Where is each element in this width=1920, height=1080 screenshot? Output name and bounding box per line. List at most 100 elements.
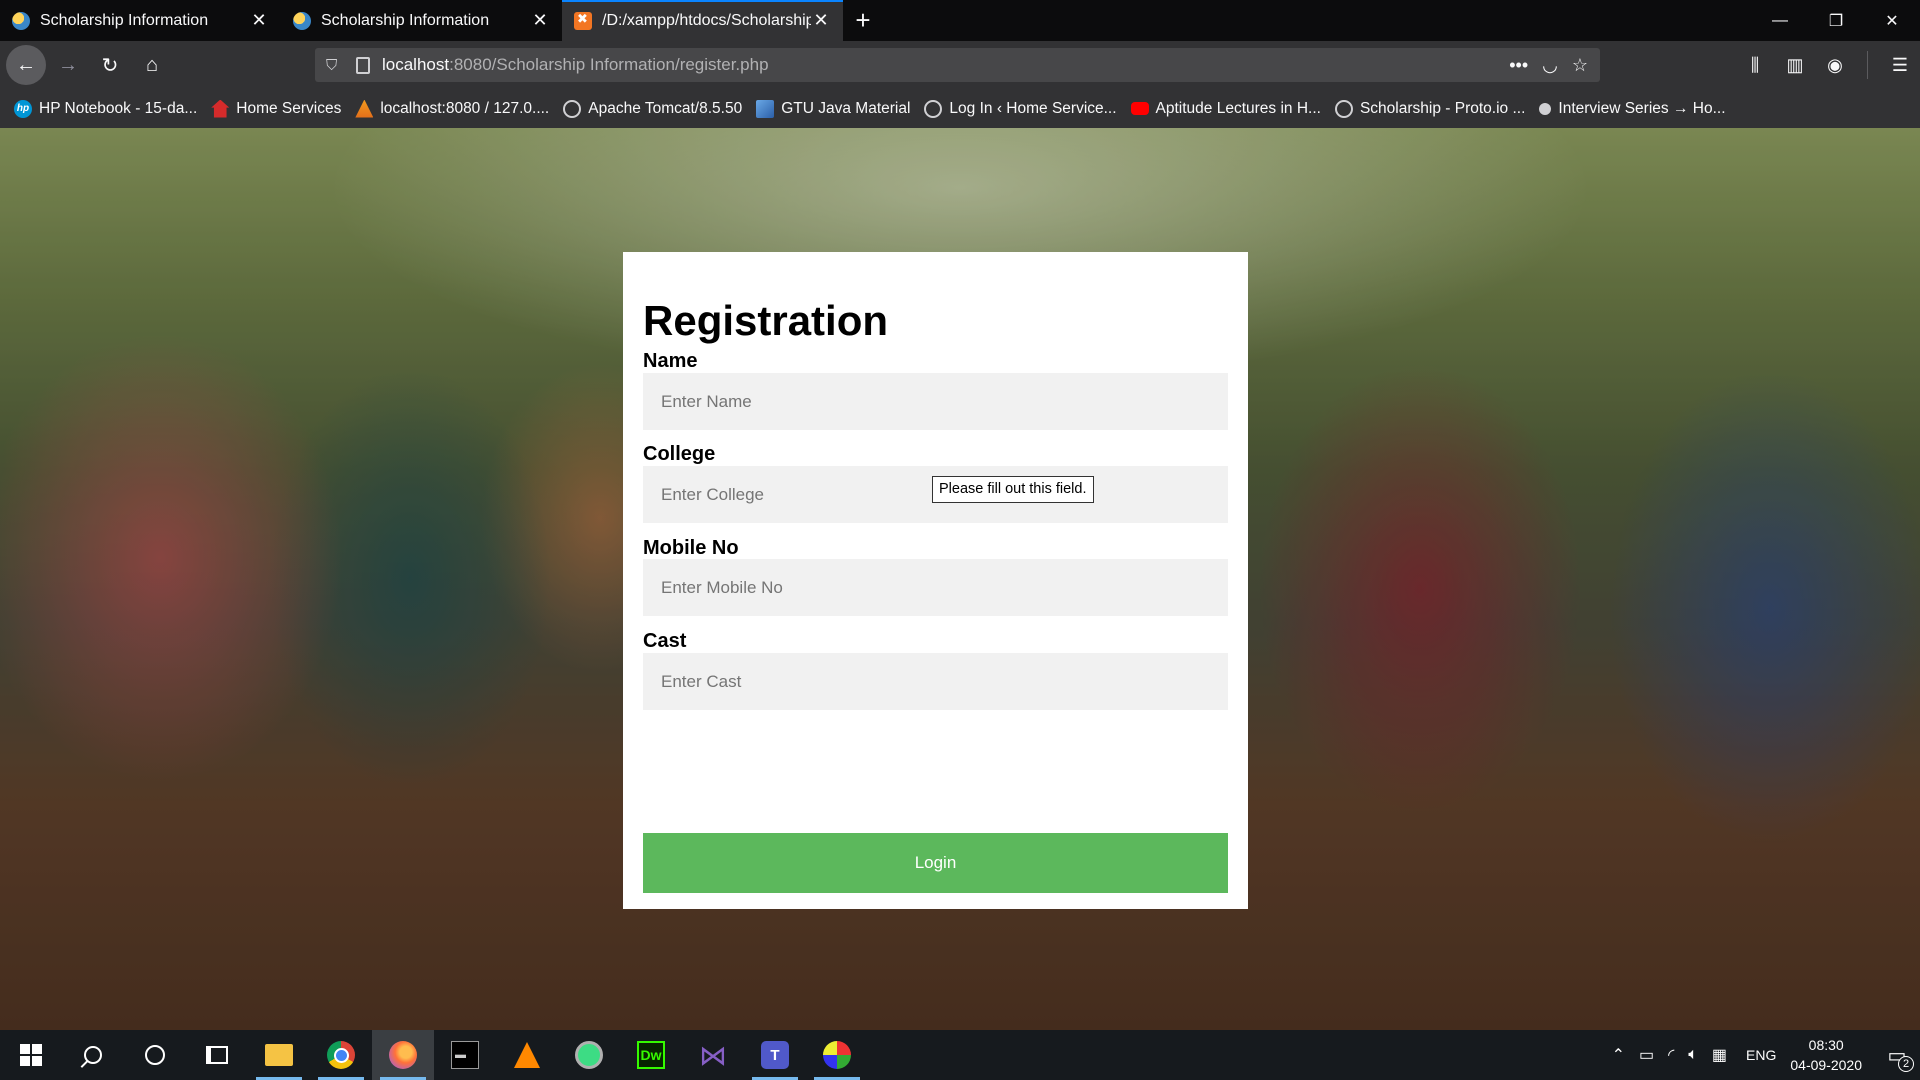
registration-form: Registration Name College Mobile No Cast… — [623, 252, 1248, 909]
bookmark-label: Apache Tomcat/8.5.50 — [588, 99, 743, 117]
cortana-button[interactable] — [124, 1030, 186, 1080]
battery-icon[interactable]: ▭ — [1639, 1045, 1654, 1065]
menu-icon[interactable]: ☰ — [1880, 55, 1920, 76]
browser-tab-3[interactable]: /D:/xampp/htdocs/Scholarship ✕ — [562, 0, 843, 41]
pocket-icon[interactable]: ◡ — [1542, 55, 1558, 76]
taskbar-app-teams[interactable]: T — [744, 1030, 806, 1080]
window-controls: — ❐ ✕ — [1752, 0, 1920, 41]
login-button[interactable]: Login — [643, 833, 1228, 893]
taskbar-app-command-prompt[interactable]: ▬ — [434, 1030, 496, 1080]
tomcat-icon — [355, 99, 374, 118]
minimize-icon[interactable]: — — [1752, 0, 1808, 41]
page-info-icon[interactable] — [356, 56, 370, 74]
bookmark-item[interactable]: Home Services — [211, 99, 341, 118]
windows-taskbar: ▬ Dw ⋈ T ⌃ ▭ ◜ 🔈︎ ▦ ENG 08:30 04-09-2020… — [0, 1030, 1920, 1080]
bookmark-label: Log In ‹ Home Service... — [949, 99, 1117, 117]
home-icon: ⌂ — [145, 53, 159, 76]
globe-favicon-icon — [12, 11, 30, 30]
bookmark-item[interactable]: hp HP Notebook - 15-da... — [14, 99, 198, 118]
cortana-icon — [145, 1045, 165, 1065]
bookmark-label: HP Notebook - 15-da... — [39, 99, 198, 117]
form-title: Registration — [643, 297, 889, 344]
star-icon[interactable]: ☆ — [1572, 55, 1588, 76]
name-input[interactable] — [643, 373, 1228, 430]
task-view-icon — [206, 1046, 228, 1064]
close-window-icon[interactable]: ✕ — [1864, 0, 1920, 41]
language-indicator[interactable]: ENG — [1746, 1047, 1776, 1063]
system-tray: ⌃ ▭ ◜ 🔈︎ ▦ ENG 08:30 04-09-2020 ▭ 2 — [1605, 1030, 1920, 1080]
bookmark-label: Interview Series → Ho... — [1558, 99, 1726, 117]
browser-tab-2[interactable]: Scholarship Information ✕ — [281, 0, 562, 41]
action-center-button[interactable]: ▭ 2 — [1874, 1043, 1920, 1072]
close-tab-icon[interactable]: ✕ — [530, 10, 550, 31]
search-button[interactable] — [62, 1030, 124, 1080]
navigation-bar: ← → ↻ ⌂ ⛉ localhost:8080/Scholarship Inf… — [0, 41, 1920, 89]
bookmark-item[interactable]: GTU Java Material — [756, 99, 911, 118]
mobile-input[interactable] — [643, 559, 1228, 616]
home-button[interactable]: ⌂ — [132, 45, 172, 85]
hp-icon: hp — [14, 99, 32, 118]
globe-icon — [1334, 99, 1353, 118]
taskbar-app-vlc[interactable] — [496, 1030, 558, 1080]
taskbar-app-visual-studio[interactable]: ⋈ — [682, 1030, 744, 1080]
mobile-label: Mobile No — [643, 537, 739, 559]
close-tab-icon[interactable]: ✕ — [811, 10, 831, 31]
sidebar-icon[interactable]: ▥ — [1775, 55, 1815, 76]
clock-date: 04-09-2020 — [1790, 1057, 1862, 1073]
bookmark-item[interactable]: localhost:8080 / 127.0.... — [355, 99, 549, 118]
bookmark-label: GTU Java Material — [781, 99, 911, 117]
windows-icon — [20, 1044, 42, 1066]
address-bar[interactable]: ⛉ localhost:8080/Scholarship Information… — [315, 48, 1600, 82]
search-icon — [84, 1046, 102, 1064]
tab-title: /D:/xampp/htdocs/Scholarship — [602, 11, 811, 29]
task-view-button[interactable] — [186, 1030, 248, 1080]
chrome-icon — [327, 1041, 355, 1069]
taskbar-app-dreamweaver[interactable]: Dw — [620, 1030, 682, 1080]
clock[interactable]: 08:30 04-09-2020 — [1790, 1035, 1862, 1075]
start-button[interactable] — [0, 1030, 62, 1080]
library-icon[interactable]: ⫼ — [1735, 55, 1775, 76]
volume-icon[interactable]: 🔈︎ — [1688, 1046, 1698, 1064]
clock-time: 08:30 — [1808, 1037, 1844, 1053]
url-text[interactable]: localhost:8080/Scholarship Information/r… — [382, 55, 769, 75]
taskbar-app-file-explorer[interactable] — [248, 1030, 310, 1080]
notification-count: 2 — [1898, 1055, 1914, 1072]
toolbar-right: ⫼ ▥ ◉ ☰ — [1735, 41, 1920, 89]
bookmark-item[interactable]: Scholarship - Proto.io ... — [1334, 99, 1526, 118]
extension-icon[interactable]: ◉ — [1815, 55, 1855, 76]
name-label: Name — [643, 350, 698, 372]
bookmark-item[interactable]: Interview Series → Ho... — [1539, 99, 1726, 118]
taskbar-app-chrome[interactable] — [310, 1030, 372, 1080]
reload-button[interactable]: ↻ — [90, 45, 130, 85]
app-tray-icon[interactable]: ▦ — [1712, 1045, 1727, 1065]
new-tab-button[interactable]: + — [843, 0, 883, 41]
restore-icon[interactable]: ❐ — [1808, 0, 1864, 41]
more-actions-icon[interactable]: ••• — [1509, 55, 1528, 76]
back-button[interactable]: ← — [6, 45, 46, 85]
chevron-up-icon[interactable]: ⌃ — [1612, 1045, 1625, 1065]
wifi-icon[interactable]: ◜ — [1668, 1045, 1674, 1065]
tab-title: Scholarship Information — [321, 11, 490, 29]
cast-input[interactable] — [643, 653, 1228, 710]
bookmark-item[interactable]: Aptitude Lectures in H... — [1130, 99, 1321, 118]
taskbar-app-firefox[interactable] — [372, 1030, 434, 1080]
tab-strip: Scholarship Information ✕ Scholarship In… — [0, 0, 1920, 41]
address-bar-actions: ••• ◡ ☆ — [1509, 55, 1600, 76]
youtube-icon — [1130, 102, 1149, 115]
firefox-icon — [389, 1041, 417, 1069]
taskbar-app-android-studio[interactable] — [558, 1030, 620, 1080]
bookmark-label: Aptitude Lectures in H... — [1155, 99, 1321, 117]
arrow-left-icon: ← — [16, 53, 36, 76]
shield-icon[interactable]: ⛉ — [326, 57, 344, 74]
cast-label: Cast — [643, 630, 687, 652]
forward-button[interactable]: → — [48, 45, 88, 85]
url-host: localhost — [382, 55, 450, 74]
bookmark-item[interactable]: Apache Tomcat/8.5.50 — [563, 99, 743, 118]
college-label: College — [643, 443, 716, 465]
bookmark-item[interactable]: Log In ‹ Home Service... — [924, 99, 1117, 118]
taskbar-app-paint[interactable] — [806, 1030, 868, 1080]
close-tab-icon[interactable]: ✕ — [249, 10, 269, 31]
browser-tab-1[interactable]: Scholarship Information ✕ — [0, 0, 281, 41]
bookmark-label: Scholarship - Proto.io ... — [1359, 99, 1526, 117]
page-background: Registration Name College Mobile No Cast… — [0, 128, 1920, 1030]
